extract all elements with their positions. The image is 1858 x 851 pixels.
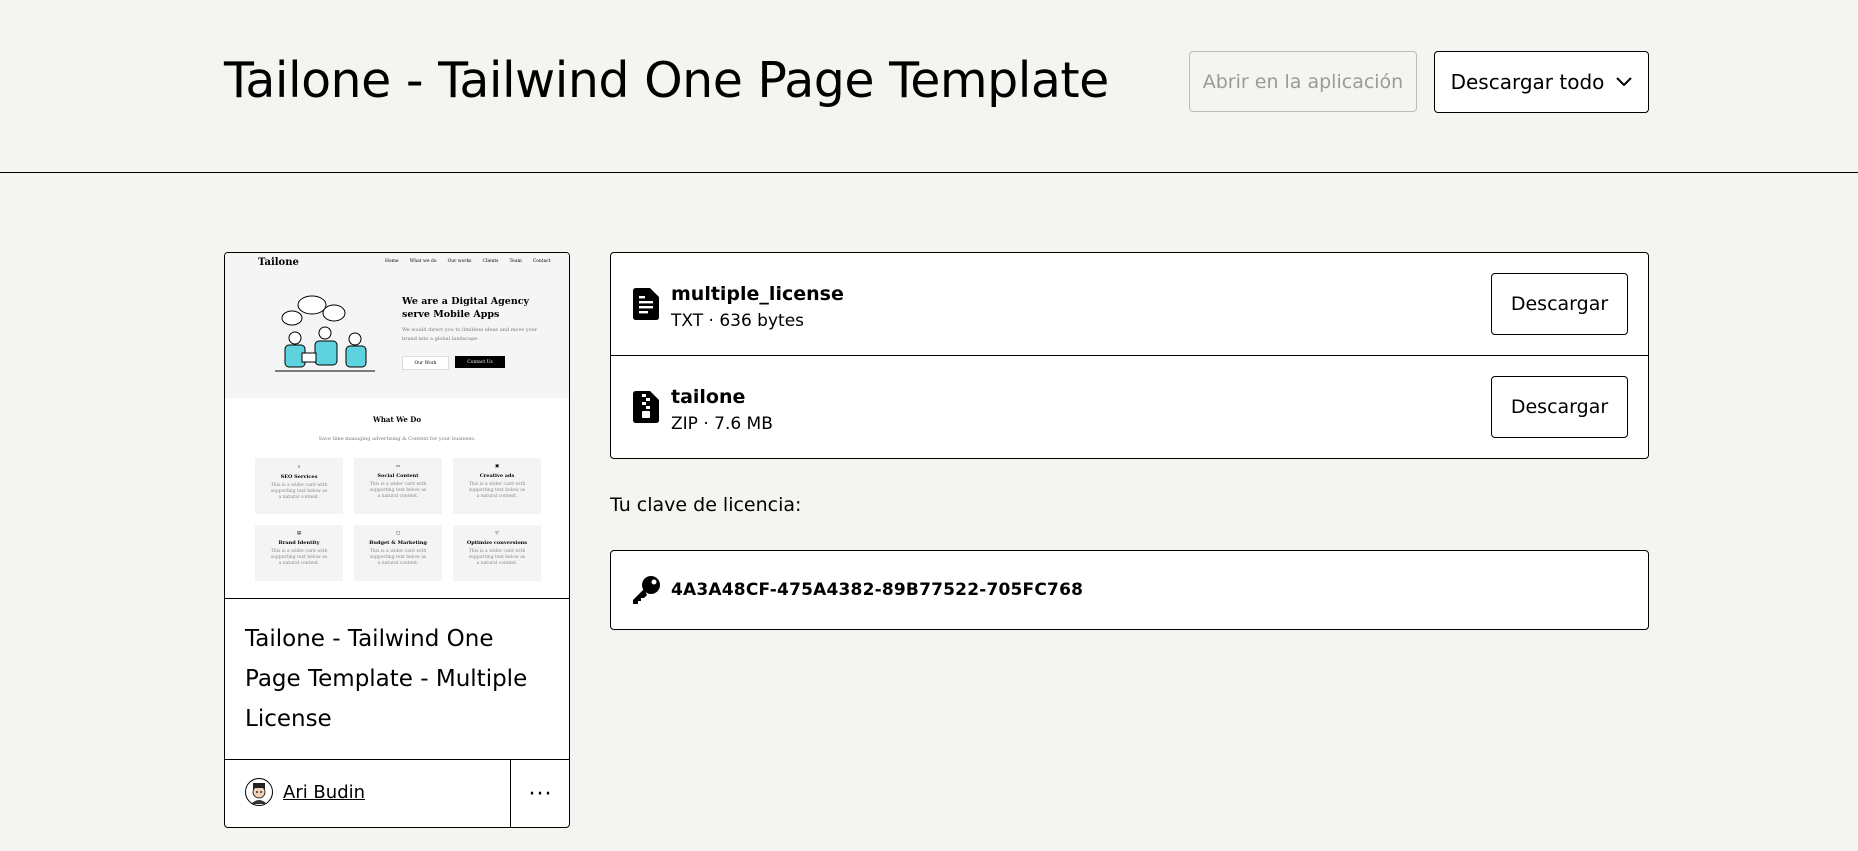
thumbnail-service-card: ▣ Creative ads This is a wider card with s… <box>453 458 541 514</box>
thumbnail-section-subtitle: Save time managing advertising & Content… <box>318 436 476 442</box>
product-thumbnail[interactable]: Tailone Home What we do Our works Client… <box>225 253 569 599</box>
thumbnail-service-text: This is a wider card with supporting tex… <box>468 482 526 499</box>
thumbnail-contact-button: Contact Us <box>455 356 505 368</box>
thumbnail-service-name: Social Content <box>377 473 419 479</box>
author-name: Ari Budin <box>283 781 366 803</box>
file-row: multiple_license TXT · 636 bytes Descarg… <box>611 253 1648 355</box>
thumbnail-nav-item: Clients <box>482 259 499 264</box>
file-name: tailone <box>671 386 746 408</box>
thumbnail-service-name: Creative ads <box>479 473 515 479</box>
license-label: Tu clave de licencia: <box>610 494 802 516</box>
text-file-icon <box>633 288 659 320</box>
license-key-value[interactable]: 4A3A48CF-475A4382-89B77522-705FC768 <box>671 580 1083 600</box>
product-card-footer: Ari Budin ··· <box>225 759 569 827</box>
thumbnail-service-text: This is a wider card with supporting tex… <box>369 549 427 566</box>
thumbnail-nav-item: What we do <box>409 259 437 264</box>
download-all-button[interactable]: Descargar todo <box>1434 51 1649 113</box>
more-icon: ··· <box>528 781 553 807</box>
thumbnail-service-text: This is a wider card with supporting tex… <box>270 549 328 566</box>
thumbnail-service-name: SEO Services <box>280 474 318 480</box>
thumbnail-service-name: Budget & Marketing <box>369 540 427 546</box>
thumbnail-service-name: Brand Identity <box>278 540 320 546</box>
avatar-face-icon <box>251 783 267 804</box>
thumbnail-service-card: ▢ Budget & Marketing This is a wider card … <box>354 525 442 581</box>
thumbnail-service-text: This is a wider card with supporting tex… <box>270 483 328 500</box>
file-meta: TXT · 636 bytes <box>671 311 805 331</box>
license-key-box[interactable]: 4A3A48CF-475A4382-89B77522-705FC768 <box>610 550 1649 630</box>
thumbnail-hero-title: We are a Digital Agency serve Mobile App… <box>402 296 530 320</box>
thumbnail-service-text: This is a wider card with supporting tex… <box>468 549 526 566</box>
people-illustration <box>275 295 375 372</box>
file-name: multiple_license <box>671 283 844 305</box>
author-link[interactable]: Ari Budin <box>245 778 365 806</box>
thumbnail-nav-item: Our works <box>447 259 472 264</box>
thumbnail-service-text: This is a wider card with supporting tex… <box>369 482 427 499</box>
open-in-app-button[interactable]: Abrir en la aplicación <box>1189 51 1417 112</box>
thumbnail-service-card: ▽ Optimize conversions This is a wider car… <box>453 525 541 581</box>
zip-file-icon <box>633 391 659 423</box>
thumbnail-hero-text: We would direct you to limitless ideas a… <box>402 327 538 342</box>
product-card: Tailone Home What we do Our works Client… <box>224 252 570 828</box>
key-icon <box>633 576 660 604</box>
thumbnail-service-card: ▤ Brand Identity This is a wider card with… <box>255 525 343 581</box>
file-row: tailone ZIP · 7.6 MB Descargar <box>611 355 1648 458</box>
avatar <box>245 778 273 806</box>
thumbnail-nav-item: Contact <box>532 259 551 264</box>
page-title: Tailone - Tailwind One Page Template <box>224 52 1109 109</box>
thumbnail-section-title: What We Do <box>372 415 422 424</box>
thumbnail-service-card: ▭ Social Content This is a wider card with… <box>354 458 442 514</box>
thumbnail-logo: Tailone <box>258 257 299 268</box>
product-title[interactable]: Tailone - Tailwind One Page Template - M… <box>245 619 555 739</box>
thumbnail-nav: Home What we do Our works Clients Team C… <box>385 259 551 264</box>
download-file-button[interactable]: Descargar <box>1491 376 1628 438</box>
file-meta: ZIP · 7.6 MB <box>671 414 773 434</box>
chevron-down-icon <box>1616 77 1633 87</box>
thumbnail-nav-item: Home <box>385 259 399 264</box>
thumbnail-services-grid: ⌕ SEO Services This is a wider card with s… <box>255 458 541 581</box>
thumbnail-hero: Tailone Home What we do Our works Client… <box>225 253 569 398</box>
more-options-button[interactable]: ··· <box>510 760 569 827</box>
thumbnail-nav-item: Team <box>509 259 522 264</box>
download-all-label: Descargar todo <box>1450 70 1605 94</box>
thumbnail-our-work-button: Our Work <box>402 356 449 370</box>
download-file-button[interactable]: Descargar <box>1491 273 1628 335</box>
page-header: Tailone - Tailwind One Page Template Abr… <box>0 0 1858 173</box>
thumbnail-service-name: Optimize conversions <box>466 540 528 546</box>
thumbnail-service-card: ⌕ SEO Services This is a wider card with s… <box>255 458 343 514</box>
files-list: multiple_license TXT · 636 bytes Descarg… <box>610 252 1649 459</box>
